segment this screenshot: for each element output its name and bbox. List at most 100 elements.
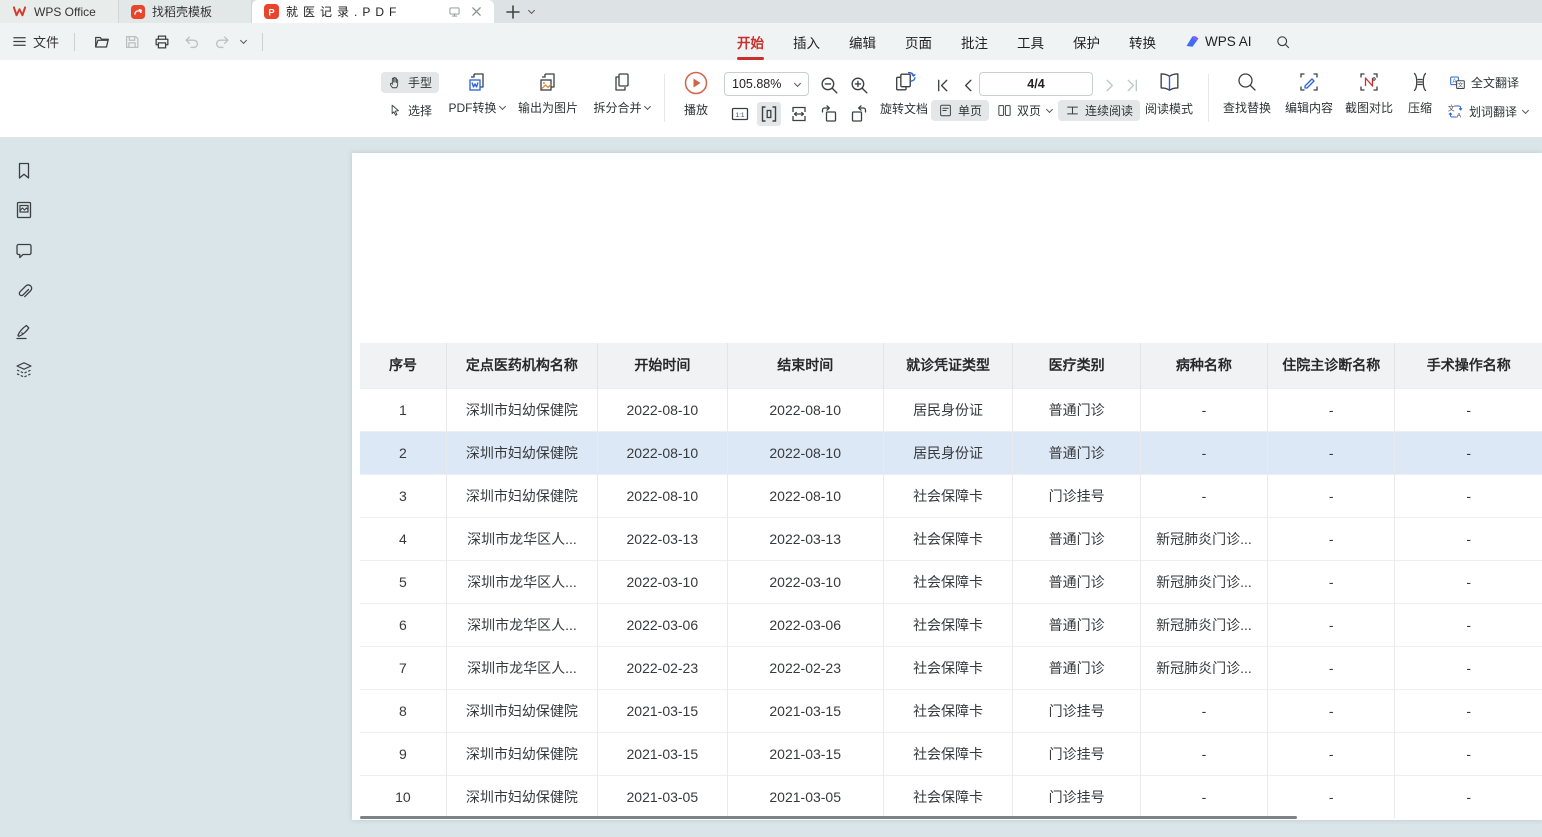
zoom-chevron-icon [794, 81, 801, 88]
export-image-button[interactable]: 输出为图片 [514, 70, 582, 116]
table-cell: 社会保障卡 [883, 474, 1013, 517]
bookmark-icon[interactable] [12, 159, 36, 183]
open-file-icon[interactable] [90, 30, 114, 54]
layers-icon[interactable] [12, 358, 36, 382]
table-cell: 社会保障卡 [883, 775, 1013, 818]
page-indicator-input[interactable]: 4/4 [979, 72, 1093, 96]
table-header-cell: 就诊凭证类型 [883, 343, 1013, 388]
rotate-right-icon[interactable] [847, 102, 871, 126]
table-cell: - [1268, 603, 1395, 646]
svg-text:P: P [268, 7, 274, 17]
menu-insert[interactable]: 插入 [793, 32, 820, 52]
screenshot-compare-button[interactable]: 截图对比 [1340, 70, 1398, 116]
next-page-icon[interactable] [1098, 74, 1121, 97]
full-translate-label: 全文翻译 [1471, 74, 1519, 91]
double-page-button[interactable]: 双页 [990, 100, 1060, 121]
tab-docer[interactable]: 找稻壳模板 [119, 0, 252, 23]
select-tool-button[interactable]: 选择 [381, 100, 439, 121]
menu-home[interactable]: 开始 [737, 32, 764, 52]
table-cell: - [1395, 689, 1542, 732]
screenshot-compare-label: 截图对比 [1345, 99, 1393, 116]
menu-comment[interactable]: 批注 [961, 32, 988, 52]
table-cell: - [1268, 560, 1395, 603]
table-cell: 8 [360, 689, 446, 732]
table-cell: 居民身份证 [883, 431, 1013, 474]
file-menu[interactable]: 文件 [33, 32, 59, 51]
table-body: 1深圳市妇幼保健院2022-08-102022-08-10居民身份证普通门诊--… [360, 388, 1542, 818]
hamburger-icon[interactable] [12, 34, 27, 49]
continuous-read-button[interactable]: 连续阅读 [1058, 100, 1140, 121]
play-button[interactable]: 播放 [674, 70, 718, 118]
full-translate-button[interactable]: A文 全文翻译 [1442, 72, 1526, 93]
menu-search-icon[interactable] [1275, 34, 1291, 50]
table-cell: 新冠肺炎门诊... [1140, 603, 1267, 646]
full-translate-icon: A文 [1449, 74, 1466, 91]
edit-content-button[interactable]: 编辑内容 [1280, 70, 1338, 116]
rotate-doc-label: 旋转文档 [880, 100, 928, 117]
pdf-convert-button[interactable]: PDF转换 [445, 70, 509, 116]
table-cell: 居民身份证 [883, 388, 1013, 431]
compress-icon [1408, 70, 1432, 94]
single-page-button[interactable]: 单页 [931, 100, 989, 121]
tab-list-chevron-icon[interactable] [528, 8, 535, 15]
new-tab-icon[interactable] [506, 5, 520, 19]
thumbnail-icon[interactable] [12, 198, 36, 222]
menu-page[interactable]: 页面 [905, 32, 932, 52]
pdf-page[interactable]: 序号定点医药机构名称开始时间结束时间就诊凭证类型医疗类别病种名称住院主诊断名称手… [352, 153, 1542, 820]
rotate-left-icon[interactable] [817, 102, 841, 126]
menu-wps-ai[interactable]: WPS AI [1185, 34, 1252, 49]
table-row: 4深圳市龙华区人...2022-03-132022-03-13社会保障卡普通门诊… [360, 517, 1542, 560]
menu-tools[interactable]: 工具 [1017, 32, 1044, 52]
split-merge-icon [610, 70, 634, 94]
table-cell: 2022-08-10 [597, 474, 727, 517]
split-merge-button[interactable]: 拆分合并 [588, 70, 656, 116]
zoom-level-select[interactable]: 105.88% [724, 72, 809, 96]
zoom-in-icon[interactable] [847, 73, 872, 98]
zoom-out-icon[interactable] [817, 73, 842, 98]
pdf-convert-chevron-icon [499, 104, 506, 111]
table-cell: 深圳市妇幼保健院 [446, 388, 597, 431]
table-cell: - [1140, 388, 1267, 431]
table-cell: 深圳市龙华区人... [446, 560, 597, 603]
read-mode-button[interactable]: 阅读模式 [1141, 70, 1197, 117]
tab-document[interactable]: P 就医记录.PDF [252, 0, 494, 23]
save-icon[interactable] [120, 30, 144, 54]
menu-convert[interactable]: 转换 [1129, 32, 1156, 52]
word-translate-button[interactable]: 文A 划词翻译 [1440, 101, 1536, 122]
table-cell: - [1140, 689, 1267, 732]
hand-icon [388, 75, 403, 90]
find-replace-button[interactable]: 查找替换 [1218, 70, 1276, 116]
svg-text:1:1: 1:1 [735, 112, 744, 119]
signature-pen-icon[interactable] [12, 319, 36, 343]
menu-edit[interactable]: 编辑 [849, 32, 876, 52]
table-cell: 社会保障卡 [883, 517, 1013, 560]
first-page-icon[interactable] [931, 74, 954, 97]
attachment-icon[interactable] [12, 279, 36, 303]
tab-wps-office[interactable]: WPS Office [0, 0, 119, 23]
prev-page-icon[interactable] [957, 74, 980, 97]
ribbon-toolbar: 手型 选择 PDF转换 输出为图片 拆分合并 播放 105.88% [0, 60, 1542, 137]
comment-icon[interactable] [12, 239, 36, 263]
tab-close-icon[interactable] [471, 6, 482, 17]
fit-width-icon[interactable] [757, 102, 781, 126]
pdf-convert-label: PDF转换 [448, 99, 496, 116]
table-cell: - [1395, 732, 1542, 775]
table-cell: 新冠肺炎门诊... [1140, 560, 1267, 603]
table-cell: 9 [360, 732, 446, 775]
print-icon[interactable] [150, 30, 174, 54]
compress-button[interactable]: 压缩 [1398, 70, 1442, 116]
hand-tool-button[interactable]: 手型 [381, 72, 439, 93]
table-header-row: 序号定点医药机构名称开始时间结束时间就诊凭证类型医疗类别病种名称住院主诊断名称手… [360, 343, 1542, 388]
actual-size-icon[interactable]: 1:1 [728, 102, 752, 126]
wps-ai-logo-icon [1185, 34, 1200, 49]
table-cell: - [1268, 689, 1395, 732]
fit-page-icon[interactable] [787, 102, 811, 126]
menu-protect[interactable]: 保护 [1073, 32, 1100, 52]
play-label: 播放 [684, 101, 708, 118]
quickbar-chevron-icon[interactable] [240, 38, 247, 45]
tab-window-icon[interactable] [448, 5, 461, 18]
rotate-doc-button[interactable]: 旋转文档 [876, 70, 932, 117]
continuous-read-label: 连续阅读 [1085, 102, 1133, 119]
undo-icon[interactable] [180, 30, 204, 54]
redo-icon[interactable] [210, 30, 234, 54]
